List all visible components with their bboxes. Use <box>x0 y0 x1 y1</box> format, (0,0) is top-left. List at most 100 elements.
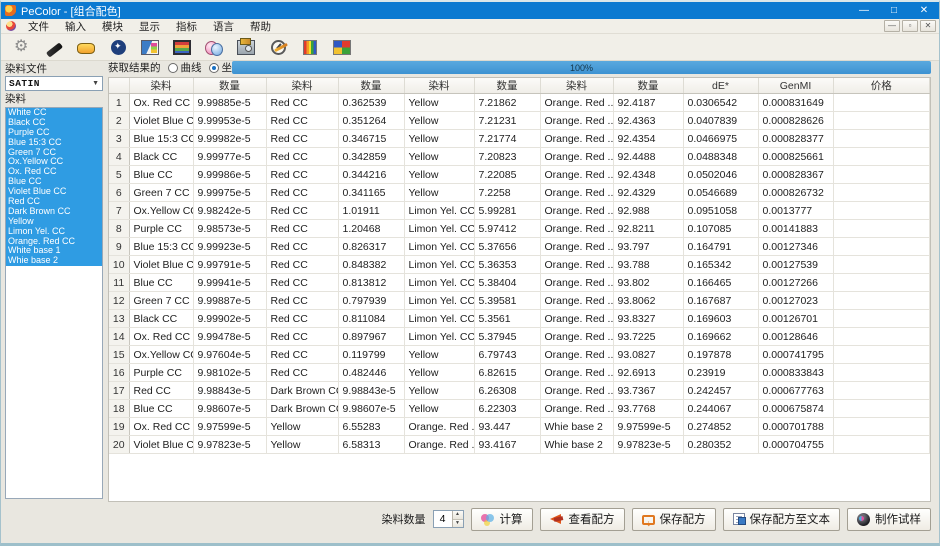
stepper-down-icon[interactable]: ▼ <box>453 519 463 528</box>
column-header[interactable]: 染料 <box>404 78 474 94</box>
menu-item[interactable]: 文件 <box>20 18 57 35</box>
table-cell: Limon Yel. CC <box>404 256 474 274</box>
radio-curve-label[interactable]: 曲线 <box>181 60 202 75</box>
toolbar-button-marker[interactable] <box>41 36 67 59</box>
table-row[interactable]: 7Ox.Yellow CC9.98242e-5Red CC1.01911Limo… <box>109 202 930 220</box>
table-row[interactable]: 16Purple CC9.98102e-5Red CC0.482446Yello… <box>109 364 930 382</box>
maximize-button[interactable]: □ <box>879 2 909 19</box>
column-header[interactable]: dE* <box>683 78 758 94</box>
table-cell: Violet Blue CC <box>129 436 193 454</box>
table-row[interactable]: 11Blue CC9.99941e-5Red CC0.813812Limon Y… <box>109 274 930 292</box>
toolbar-button-balloons[interactable] <box>201 36 227 59</box>
folder-icon <box>77 43 95 54</box>
toolbar-button-ring[interactable] <box>105 36 131 59</box>
table-row[interactable]: 4Black CC9.99977e-5Red CC0.342859Yellow7… <box>109 148 930 166</box>
table-cell: Limon Yel. CC <box>404 238 474 256</box>
minimize-button[interactable]: — <box>849 2 879 19</box>
table-row[interactable]: 6Green 7 CC9.99975e-5Red CC0.341165Yello… <box>109 184 930 202</box>
table-cell: Red CC <box>266 328 338 346</box>
table-row[interactable]: 5Blue CC9.99986e-5Red CC0.344216Yellow7.… <box>109 166 930 184</box>
menu-item[interactable]: 模块 <box>94 18 131 35</box>
table-cell: 0.0951058 <box>683 202 758 220</box>
table-row[interactable]: 9Blue 15:3 CC9.99923e-5Red CC0.826317Lim… <box>109 238 930 256</box>
close-button[interactable]: ✕ <box>909 2 939 19</box>
table-cell: 92.988 <box>613 202 683 220</box>
table-row[interactable]: 8Purple CC9.98573e-5Red CC1.20468Limon Y… <box>109 220 930 238</box>
radio-curve[interactable] <box>168 63 178 73</box>
child-close-button[interactable]: ✕ <box>920 20 936 32</box>
column-header[interactable]: 数量 <box>338 78 404 94</box>
table-row[interactable]: 10Violet Blue CC9.99791e-5Red CC0.848382… <box>109 256 930 274</box>
menu-item[interactable]: 指标 <box>168 18 205 35</box>
column-header[interactable]: 数量 <box>193 78 266 94</box>
menu-item[interactable]: 显示 <box>131 18 168 35</box>
table-cell: Orange. Red ... <box>540 292 613 310</box>
table-row[interactable]: 15Ox.Yellow CC9.97604e-5Red CC0.119799Ye… <box>109 346 930 364</box>
column-header[interactable]: 数量 <box>613 78 683 94</box>
column-header[interactable]: 价格 <box>833 78 930 94</box>
dye-listbox[interactable]: White CCBlack CCPurple CCBlue 15:3 CCGre… <box>5 107 103 499</box>
table-cell: 92.4187 <box>613 94 683 112</box>
table-row[interactable]: 1Ox. Red CC9.99885e-5Red CC0.362539Yello… <box>109 94 930 112</box>
menu-item[interactable]: 帮助 <box>242 18 279 35</box>
dye-file-select[interactable]: SATIN ▼ <box>5 76 103 91</box>
column-header[interactable]: 数量 <box>474 78 540 94</box>
toolbar-button-abacus[interactable] <box>169 36 195 59</box>
stepper-arrows[interactable]: ▲ ▼ <box>452 511 463 527</box>
table-cell: Limon Yel. CC <box>404 220 474 238</box>
table-cell: Ox.Yellow CC <box>129 346 193 364</box>
table-cell: 0.000701788 <box>758 418 833 436</box>
table-cell: 0.000828377 <box>758 130 833 148</box>
table-cell: 9.98843e-5 <box>193 382 266 400</box>
table-cell: Red CC <box>266 220 338 238</box>
table-cell <box>833 436 930 454</box>
child-restore-button[interactable]: ▫ <box>902 20 918 32</box>
table-row[interactable]: 2Violet Blue CC9.99953e-5Red CC0.351264Y… <box>109 112 930 130</box>
table-row[interactable]: 12Green 7 CC9.99887e-5Red CC0.797939Limo… <box>109 292 930 310</box>
toolbar-button-folder[interactable] <box>73 36 99 59</box>
table-cell <box>833 382 930 400</box>
make-sample-button[interactable]: 制作试样 <box>847 508 931 531</box>
column-header[interactable]: 染料 <box>129 78 193 94</box>
table-row[interactable]: 13Black CC9.99902e-5Red CC0.811084Limon … <box>109 310 930 328</box>
table-row[interactable]: 14Ox. Red CC9.99478e-5Red CC0.897967Limo… <box>109 328 930 346</box>
column-header[interactable] <box>109 78 129 94</box>
column-header[interactable]: 染料 <box>540 78 613 94</box>
toolbar-button-color-grid[interactable] <box>329 36 355 59</box>
table-row[interactable]: 17Red CC9.98843e-5Dark Brown CC9.98843e-… <box>109 382 930 400</box>
dye-count-value[interactable]: 4 <box>434 511 452 527</box>
save-recipe-to-text-button[interactable]: 保存配方至文本 <box>723 508 841 531</box>
menu-item[interactable]: 语言 <box>205 18 242 35</box>
view-recipe-button[interactable]: 查看配方 <box>540 508 625 531</box>
dye-list-item[interactable]: Whie base 2 <box>6 256 102 266</box>
toolbar-button-settings[interactable] <box>9 36 35 59</box>
table-cell: 6.55283 <box>338 418 404 436</box>
results-table: 染料数量染料数量染料数量染料数量dE*GenMI价格 1Ox. Red CC9.… <box>109 78 930 454</box>
save-recipe-button[interactable]: 保存配方 <box>632 508 716 531</box>
child-window-icon[interactable] <box>6 21 16 31</box>
color-grid-icon <box>333 40 351 55</box>
calculate-button[interactable]: 计算 <box>471 508 533 531</box>
table-cell: Ox. Red CC <box>129 94 193 112</box>
toolbar-button-gauge[interactable] <box>265 36 291 59</box>
table-cell: Orange. Red ... <box>540 238 613 256</box>
toolbar-button-rainbow[interactable] <box>297 36 323 59</box>
table-row[interactable]: 19Ox. Red CC9.97599e-5Yellow6.55283Orang… <box>109 418 930 436</box>
table-row[interactable]: 3Blue 15:3 CC9.99982e-5Red CC0.346715Yel… <box>109 130 930 148</box>
column-header[interactable]: GenMI <box>758 78 833 94</box>
table-cell: Violet Blue CC <box>129 256 193 274</box>
table-row[interactable]: 20Violet Blue CC9.97823e-5Yellow6.58313O… <box>109 436 930 454</box>
table-row[interactable]: 18Blue CC9.98607e-5Dark Brown CC9.98607e… <box>109 400 930 418</box>
table-cell <box>833 130 930 148</box>
table-cell: 0.23919 <box>683 364 758 382</box>
stepper-up-icon[interactable]: ▲ <box>453 511 463 519</box>
child-minimize-button[interactable]: — <box>884 20 900 32</box>
dye-count-stepper[interactable]: 4 ▲ ▼ <box>433 510 464 528</box>
table-cell: 9.99953e-5 <box>193 112 266 130</box>
menu-item[interactable]: 输入 <box>57 18 94 35</box>
table-cell: Orange. Red ... <box>540 274 613 292</box>
column-header[interactable]: 染料 <box>266 78 338 94</box>
radio-coordinate[interactable] <box>209 63 219 73</box>
toolbar-button-machine[interactable] <box>233 36 259 59</box>
toolbar-button-swatch-book[interactable] <box>137 36 163 59</box>
